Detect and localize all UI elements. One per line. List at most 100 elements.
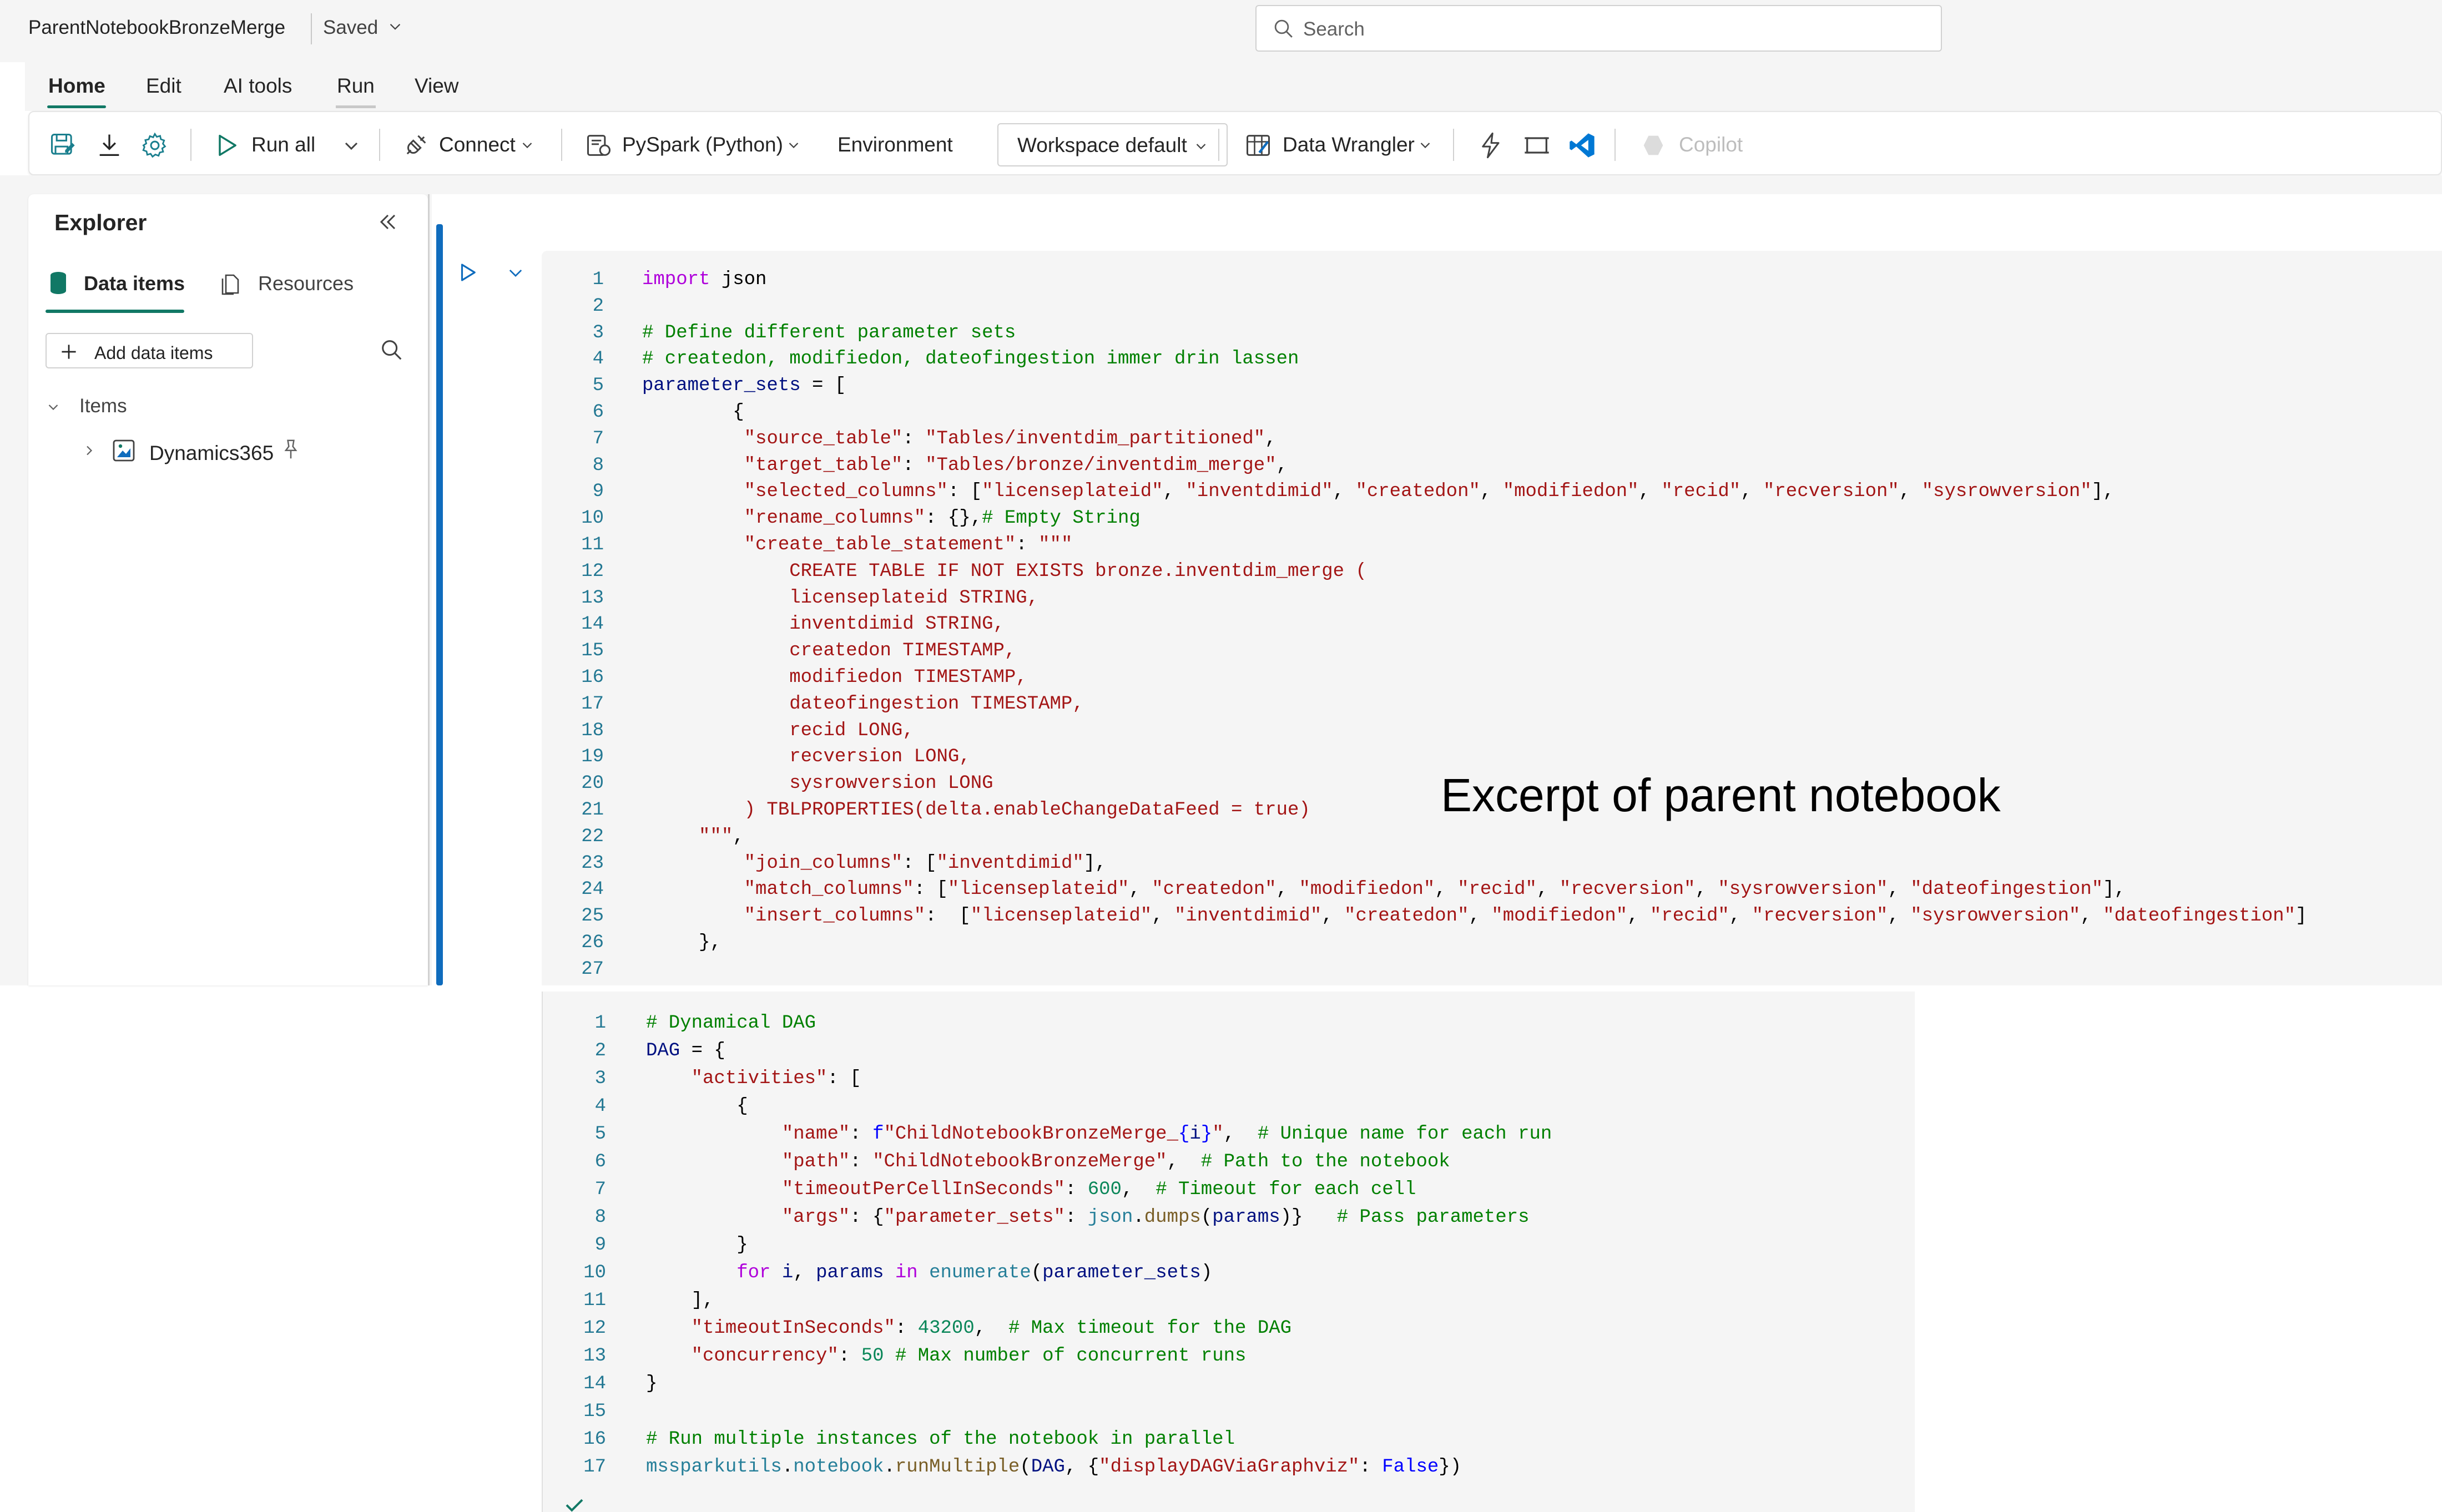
code-token: , bbox=[1276, 454, 1288, 476]
search-icon[interactable] bbox=[379, 337, 405, 363]
gear-icon[interactable] bbox=[140, 131, 169, 160]
line-number: 13 bbox=[581, 587, 604, 609]
line-number: 19 bbox=[581, 746, 604, 768]
environment-dropdown[interactable]: Workspace default bbox=[997, 123, 1228, 166]
plug-icon[interactable] bbox=[401, 131, 430, 160]
ribbon-separator bbox=[561, 129, 562, 161]
code-token: "path" bbox=[781, 1151, 850, 1172]
data-wrangler-icon[interactable] bbox=[1244, 131, 1273, 160]
code-line: # Run multiple instances of the notebook… bbox=[646, 1425, 1552, 1453]
active-tab-indicator bbox=[47, 105, 106, 108]
pin-icon[interactable] bbox=[281, 438, 301, 461]
code-token: "source_table" bbox=[744, 428, 903, 449]
code-line: import json bbox=[642, 267, 2307, 294]
code-token: False bbox=[1382, 1457, 1439, 1478]
code-line: dateofingestion TIMESTAMP, bbox=[642, 691, 2307, 718]
code-token: : [ bbox=[902, 852, 937, 874]
code-editor[interactable]: # Dynamical DAG DAG = { "activities": [ {… bbox=[646, 1009, 1552, 1481]
ribbon-separator bbox=[190, 129, 191, 161]
code-token: = { bbox=[680, 1040, 725, 1061]
code-line: "match_columns": ["licenseplateid", "cre… bbox=[642, 877, 2307, 903]
code-token: "name" bbox=[781, 1124, 850, 1145]
chevron-down-icon[interactable] bbox=[340, 134, 362, 156]
copilot-icon[interactable] bbox=[1639, 131, 1668, 160]
code-token: ( bbox=[1031, 1262, 1043, 1283]
search-input[interactable]: Search bbox=[1255, 5, 1942, 52]
tab-run[interactable]: Run bbox=[337, 74, 375, 98]
code-token: "licenseplateid" bbox=[947, 879, 1129, 901]
copilot-button[interactable]: Copilot bbox=[1679, 133, 1743, 156]
code-token: = [ bbox=[800, 375, 846, 397]
language-selector[interactable]: PySpark (Python) bbox=[622, 133, 783, 156]
code-cell[interactable]: 1 2 3 4 5 6 7 8 9 10 11 12 13 14 15 16 17 # Dynamical DA… bbox=[542, 992, 1915, 1512]
save-icon[interactable] bbox=[48, 131, 77, 160]
chevron-down-icon[interactable] bbox=[45, 398, 62, 415]
code-token: "licenseplateid" bbox=[982, 481, 1163, 503]
code-token: ], bbox=[2091, 481, 2115, 503]
chevron-down-icon[interactable] bbox=[785, 136, 802, 153]
chevron-down-icon[interactable] bbox=[505, 264, 526, 282]
pyspark-icon[interactable] bbox=[584, 131, 613, 160]
code-line: recversion LONG, bbox=[642, 744, 2307, 771]
code-token: for bbox=[736, 1262, 771, 1283]
tab-edit[interactable]: Edit bbox=[146, 74, 181, 98]
chevron-down-icon[interactable] bbox=[387, 19, 403, 34]
code-editor[interactable]: import json​# Define different parameter… bbox=[642, 267, 2307, 983]
code-token: { bbox=[646, 1096, 748, 1117]
code-token: "target_table" bbox=[744, 454, 903, 476]
data-wrangler-button[interactable]: Data Wrangler bbox=[1283, 133, 1415, 156]
code-token: : bbox=[1359, 1457, 1383, 1478]
run-cell-icon[interactable] bbox=[456, 261, 480, 284]
tab-data-items[interactable]: Data items bbox=[84, 272, 185, 295]
download-icon[interactable] bbox=[95, 131, 124, 160]
tab-view[interactable]: View bbox=[415, 74, 459, 98]
search-icon bbox=[1274, 19, 1293, 38]
notebook-name[interactable]: ParentNotebookBronzeMerge bbox=[28, 17, 285, 39]
line-number: 14 bbox=[583, 1373, 606, 1394]
code-token: " bbox=[1212, 1124, 1224, 1145]
code-token: # Unique name for each run bbox=[1257, 1124, 1552, 1145]
code-token: DAG bbox=[1031, 1457, 1065, 1478]
code-token: recid LONG, bbox=[642, 720, 914, 741]
line-number: 2 bbox=[594, 1040, 606, 1061]
code-cell[interactable]: 1 2 3 4 5 6 7 8 9 10 11 12 13 14 15 16 17 18 19 20 21 22 23 24 2… bbox=[542, 251, 2442, 985]
code-token: CREATE TABLE IF NOT EXISTS bronze.invent… bbox=[642, 560, 1367, 582]
code-token: "join_columns" bbox=[744, 852, 903, 874]
list-item[interactable]: Dynamics365 bbox=[149, 442, 274, 465]
tab-home[interactable]: Home bbox=[48, 74, 105, 98]
code-line: # Dynamical DAG bbox=[646, 1009, 1552, 1037]
save-status[interactable]: Saved bbox=[323, 17, 378, 39]
flash-icon[interactable] bbox=[1477, 131, 1506, 160]
code-token: : [ bbox=[947, 481, 982, 503]
line-numbers: 1 2 3 4 5 6 7 8 9 10 11 12 13 14 15 16 17 18 19 20 21 22 23 24 2… bbox=[542, 267, 604, 983]
code-line: recid LONG, bbox=[642, 718, 2307, 745]
run-all-button[interactable]: Run all bbox=[251, 133, 315, 156]
collapse-icon[interactable] bbox=[377, 211, 399, 233]
line-numbers: 1 2 3 4 5 6 7 8 9 10 11 12 13 14 15 16 17 bbox=[543, 1009, 606, 1481]
chevron-right-icon[interactable] bbox=[80, 442, 97, 459]
connect-button[interactable]: Connect bbox=[439, 133, 516, 156]
code-token: "sysrowversion" bbox=[1921, 481, 2092, 503]
line-number: 15 bbox=[583, 1401, 606, 1422]
vscode-icon[interactable] bbox=[1568, 131, 1597, 160]
code-token: # Empty String bbox=[982, 508, 1141, 529]
code-token: } bbox=[1200, 1124, 1213, 1145]
code-token: , bbox=[1695, 879, 1718, 901]
add-data-items-button[interactable]: Add data items bbox=[46, 333, 253, 368]
code-token: # Define different parameter sets bbox=[642, 322, 1016, 343]
play-icon[interactable] bbox=[213, 131, 241, 160]
frame-icon[interactable] bbox=[1522, 131, 1551, 160]
code-line: "selected_columns": ["licenseplateid", "… bbox=[642, 479, 2307, 505]
explorer-splitter[interactable] bbox=[428, 194, 430, 985]
tab-resources[interactable]: Resources bbox=[258, 272, 354, 295]
tab-ai-tools[interactable]: AI tools bbox=[224, 74, 292, 98]
code-token: json bbox=[710, 269, 767, 290]
chevron-down-icon[interactable] bbox=[1417, 136, 1434, 153]
code-token: "modifiedon" bbox=[1491, 906, 1628, 927]
items-section-label[interactable]: Items bbox=[79, 395, 127, 417]
chevron-down-icon[interactable] bbox=[519, 136, 536, 153]
menu-bar: Home Edit AI tools Run View bbox=[25, 62, 2442, 111]
